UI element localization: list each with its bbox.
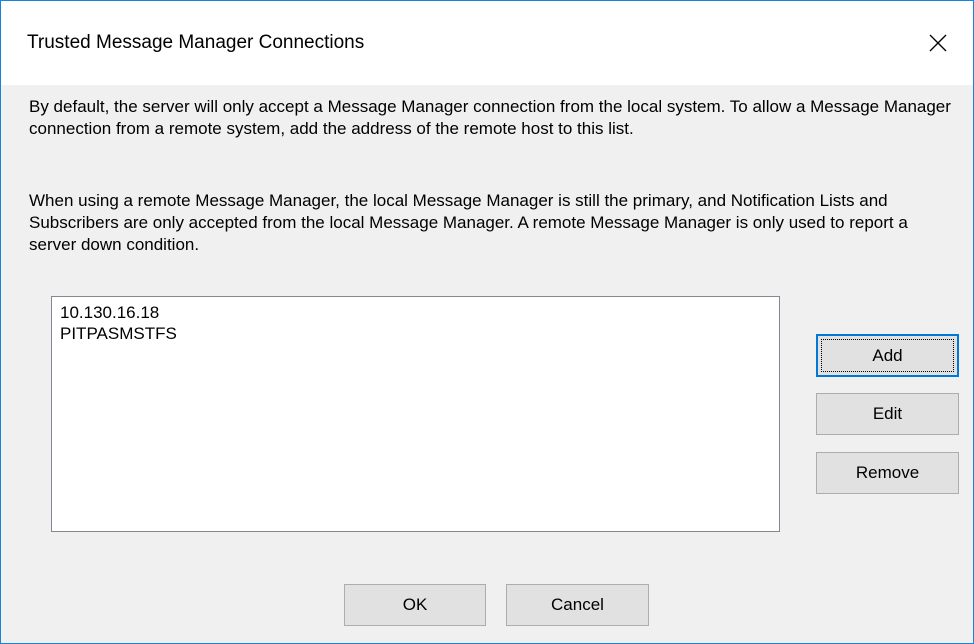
description-paragraph-1: By default, the server will only accept …	[29, 97, 951, 138]
focus-ring	[821, 339, 954, 372]
ok-button[interactable]: OK	[344, 584, 486, 626]
ok-button-label: OK	[402, 595, 428, 614]
add-button[interactable]: Add	[816, 334, 959, 377]
cancel-button-label: Cancel	[551, 595, 604, 614]
list-item-host-1[interactable]: 10.130.16.18	[60, 302, 771, 323]
description-paragraph-2: When using a remote Message Manager, the…	[29, 191, 908, 254]
remove-button[interactable]: Remove	[816, 452, 959, 494]
title-bar: Trusted Message Manager Connections	[1, 1, 973, 85]
edit-button[interactable]: Edit	[816, 393, 959, 435]
dialog-window: Trusted Message Manager Connections By d…	[0, 0, 974, 644]
close-button[interactable]	[903, 1, 973, 85]
cancel-button[interactable]: Cancel	[506, 584, 649, 626]
window-title: Trusted Message Manager Connections	[27, 32, 365, 53]
close-icon	[929, 34, 947, 52]
remove-button-label: Remove	[855, 463, 920, 482]
edit-button-label: Edit	[872, 404, 903, 423]
trusted-hosts-list[interactable]: 10.130.16.18 PITPASMSTFS	[51, 296, 780, 532]
list-item-host-2[interactable]: PITPASMSTFS	[60, 323, 771, 344]
